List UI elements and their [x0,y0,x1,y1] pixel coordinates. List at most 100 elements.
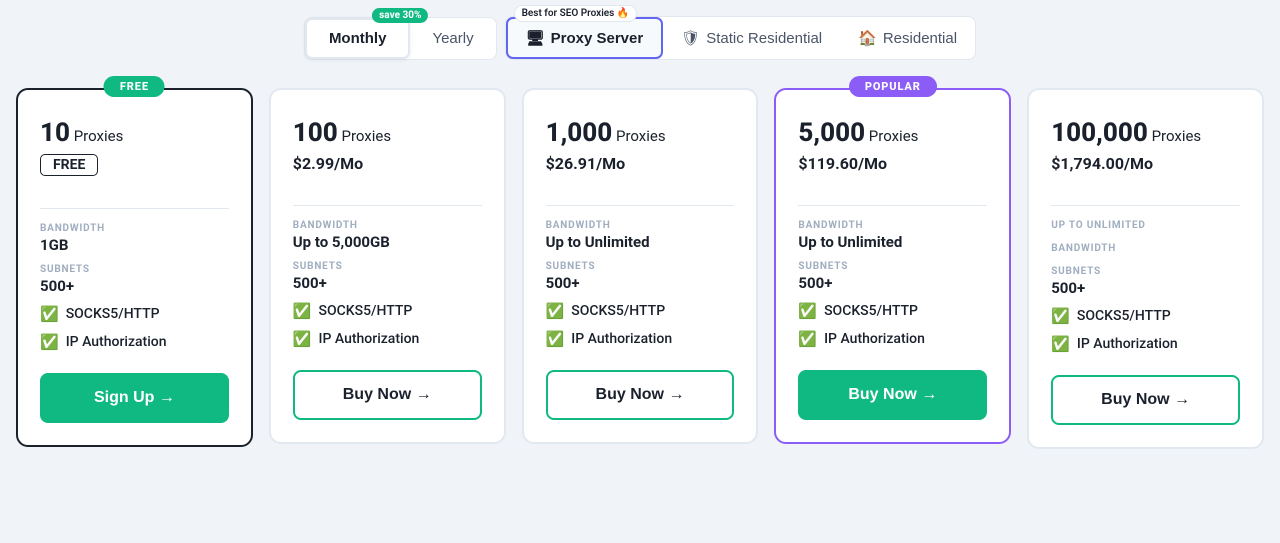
feature-plan-1000: ✅ IP Authorization [546,330,735,348]
pricing-card-plan-100: 100 Proxies $2.99/Mo BANDWIDTH Up to 5,00… [269,88,506,444]
card-proxies-plan-1000: 1,000 Proxies [546,118,735,148]
billing-tab-group: save 30% Monthly Yearly [304,17,497,60]
feature-plan-100000: ✅ SOCKS5/HTTP [1051,307,1240,325]
save-badge: save 30% [372,8,428,23]
bandwidth-value-plan-5000: Up to Unlimited [798,233,987,251]
static-residential-icon: 🛡 [681,29,700,47]
subnets-value-plan-100000: 500+ [1051,279,1240,297]
tab-static-residential[interactable]: 🛡 Static Residential [663,19,840,57]
subnets-value-plan-1000: 500+ [546,274,735,292]
feature-label: SOCKS5/HTTP [1077,308,1171,324]
bandwidth-label-plan-5000: BANDWIDTH [798,220,987,231]
feature-label: IP Authorization [1077,336,1178,352]
proxies-count-plan-1000: 1,000 [546,118,613,148]
check-icon: ✅ [293,330,312,348]
feature-plan-100000: ✅ IP Authorization [1051,335,1240,353]
feature-plan-1000: ✅ SOCKS5/HTTP [546,302,735,320]
feature-label: IP Authorization [318,331,419,347]
proxies-count-plan-100000: 100,000 [1051,118,1148,148]
card-proxies-plan-100000: 100,000 Proxies [1051,118,1240,148]
seo-badge: Best for SEO Proxies 🔥 [514,5,638,22]
bandwidth-value-label-plan-100000: Up to Unlimited [1051,220,1240,231]
card-price-plan-1000: $26.91/Mo [546,154,735,173]
tab-proxy-server[interactable]: 🖥 Proxy Server [506,17,664,59]
bandwidth-label-plan-1000: BANDWIDTH [546,220,735,231]
feature-label: SOCKS5/HTTP [571,303,665,319]
feature-plan-5000: ✅ IP Authorization [798,330,987,348]
cta-button-plan-100000[interactable]: Buy Now → [1051,375,1240,425]
subnets-label-plan-100: SUBNETS [293,261,482,272]
bandwidth-label-plan-100: BANDWIDTH [293,220,482,231]
cta-button-plan-5000[interactable]: Buy Now → [798,370,987,420]
feature-plan-100: ✅ SOCKS5/HTTP [293,302,482,320]
bandwidth-value-plan-1000: Up to Unlimited [546,233,735,251]
feature-label: SOCKS5/HTTP [66,306,160,322]
check-icon: ✅ [293,302,312,320]
tab-bar: save 30% Monthly Yearly Best for SEO Pro… [304,16,976,60]
check-icon: ✅ [546,302,565,320]
residential-label: Residential [883,30,957,47]
proxies-count-plan-100: 100 [293,118,338,148]
pricing-card-plan-100000: 100,000 Proxies $1,794.00/Mo Up to Unlimi… [1027,88,1264,449]
feature-label: IP Authorization [66,334,167,350]
cta-button-plan-100[interactable]: Buy Now → [293,370,482,420]
check-icon: ✅ [40,333,59,351]
pricing-card-plan-5000: POPULAR 5,000 Proxies $119.60/MoBANDWIDT… [774,88,1011,444]
proxies-count-plan-5000: 5,000 [798,118,865,148]
cta-button-free[interactable]: Sign Up → [40,373,229,423]
card-btn-area-plan-100000: Buy Now → [1051,353,1240,425]
bandwidth-value-plan-100: Up to 5,000GB [293,233,482,251]
check-icon: ✅ [798,302,817,320]
card-btn-area-plan-1000: Buy Now → [546,348,735,420]
card-badge-free: FREE [104,76,165,97]
divider-free [40,208,229,209]
subnets-value-free: 500+ [40,277,229,295]
feature-free: ✅ IP Authorization [40,333,229,351]
free-tag: FREE [40,154,98,176]
feature-plan-100: ✅ IP Authorization [293,330,482,348]
card-price-plan-5000: $119.60/Mo [798,154,987,173]
static-residential-label: Static Residential [706,30,822,47]
card-price-plan-100: $2.99/Mo [293,154,482,173]
feature-label: SOCKS5/HTTP [318,303,412,319]
card-proxies-plan-5000: 5,000 Proxies [798,118,987,148]
yearly-tab[interactable]: Yearly [410,20,495,57]
card-price-free: FREE [40,154,229,176]
cards-row: FREE 10 Proxies FREE BANDWIDTH 1GBSUBNET… [16,88,1264,449]
divider-plan-5000 [798,205,987,206]
divider-plan-100 [293,205,482,206]
bandwidth-label-plan-100000: BANDWIDTH [1051,243,1240,254]
check-icon: ✅ [798,330,817,348]
card-proxies-plan-100: 100 Proxies [293,118,482,148]
card-btn-area-free: Sign Up → [40,351,229,423]
card-btn-area-plan-100: Buy Now → [293,348,482,420]
divider-plan-1000 [546,205,735,206]
subnets-label-plan-1000: SUBNETS [546,261,735,272]
check-icon: ✅ [40,305,59,323]
pricing-card-plan-1000: 1,000 Proxies $26.91/Mo BANDWIDTH Up to U… [522,88,759,444]
check-icon: ✅ [1051,307,1070,325]
subnets-value-plan-100: 500+ [293,274,482,292]
feature-label: SOCKS5/HTTP [824,303,918,319]
type-tab-group: Best for SEO Proxies 🔥 🖥 Proxy Server 🛡 … [505,16,976,60]
pricing-card-free: FREE 10 Proxies FREE BANDWIDTH 1GBSUBNET… [16,88,253,447]
card-price-plan-100000: $1,794.00/Mo [1051,154,1240,173]
subnets-label-free: SUBNETS [40,264,229,275]
monthly-tab[interactable]: Monthly [305,18,411,59]
tab-residential[interactable]: 🏠 Residential [840,19,975,57]
divider-plan-100000 [1051,205,1240,206]
card-proxies-free: 10 Proxies [40,118,229,148]
bandwidth-label-free: BANDWIDTH [40,223,229,234]
subnets-label-plan-5000: SUBNETS [798,261,987,272]
proxies-count-free: 10 [40,118,70,148]
feature-free: ✅ SOCKS5/HTTP [40,305,229,323]
proxy-server-icon: 🖥 [526,29,545,47]
check-icon: ✅ [1051,335,1070,353]
subnets-label-plan-100000: SUBNETS [1051,266,1240,277]
cta-button-plan-1000[interactable]: Buy Now → [546,370,735,420]
subnets-value-plan-5000: 500+ [798,274,987,292]
feature-label: IP Authorization [571,331,672,347]
check-icon: ✅ [546,330,565,348]
bandwidth-value-free: 1GB [40,236,229,254]
feature-label: IP Authorization [824,331,925,347]
